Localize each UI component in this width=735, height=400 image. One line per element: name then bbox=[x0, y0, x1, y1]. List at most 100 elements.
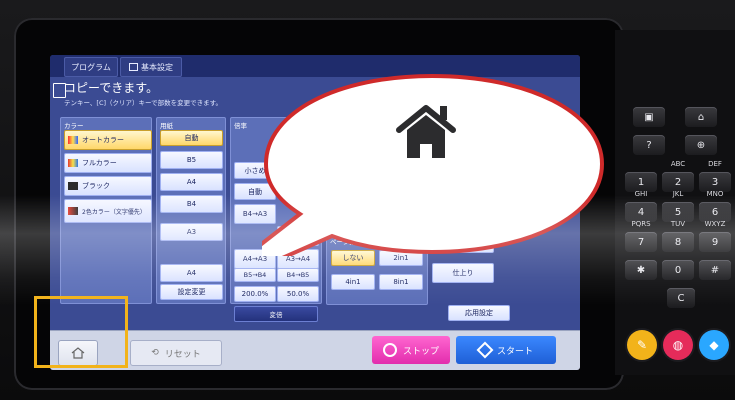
stop-icon bbox=[382, 343, 397, 357]
key-2-sub: ABC bbox=[670, 160, 686, 168]
paper-tray-1[interactable]: B5 bbox=[160, 151, 223, 169]
paper-tray-4-label: A3 bbox=[186, 228, 197, 236]
paper-tray-4[interactable]: A3 bbox=[160, 223, 223, 241]
auto-color-swatch bbox=[68, 136, 78, 144]
black-swatch bbox=[68, 182, 78, 190]
start-label: スタート bbox=[496, 346, 533, 357]
stop-icon: ◍ bbox=[672, 338, 684, 352]
mag-b4-b5[interactable]: B4→B5 bbox=[277, 268, 319, 282]
advanced-settings-button[interactable]: 応用設定 bbox=[448, 305, 510, 321]
mag-b4-a3[interactable]: B4→A3 bbox=[234, 204, 276, 224]
key-8-sub: TUV bbox=[670, 220, 686, 228]
page-combine-panel: ページ集約 しない 2in1 4in1 8in1 bbox=[326, 233, 428, 305]
key-home[interactable]: ⌂ bbox=[685, 107, 717, 127]
grid-icon bbox=[129, 63, 138, 71]
key-4[interactable]: GHI 4 bbox=[625, 190, 657, 222]
mag-auto[interactable]: 自動 bbox=[234, 183, 276, 200]
paper-settings-button[interactable]: 設定変更 bbox=[160, 284, 223, 300]
key-zoom[interactable]: ⊕ bbox=[685, 135, 717, 155]
tab-basic-settings[interactable]: 基本設定 bbox=[120, 57, 182, 77]
magnification-panel: 倍率 小さめ 自動 B4→A3 B5→A4 A4→A3 A3→A4 B5→B4 … bbox=[230, 117, 322, 304]
home-icon bbox=[71, 347, 85, 359]
paper-bypass-label: A4 bbox=[186, 269, 197, 277]
combine-8in1[interactable]: 8in1 bbox=[379, 274, 423, 290]
key-7[interactable]: PQRS 7 bbox=[625, 220, 657, 252]
home-button[interactable] bbox=[58, 340, 98, 366]
key-star[interactable]: ✱ bbox=[625, 260, 657, 280]
stop-button[interactable]: ストップ bbox=[372, 336, 450, 364]
color-option-auto-label: オートカラー bbox=[82, 136, 124, 144]
status-submessage: テンキー、[C]（クリア）キーで部数を変更できます。 bbox=[64, 99, 223, 107]
paper-tray-2-label: A4 bbox=[186, 178, 197, 186]
key-3-label: 3 bbox=[711, 176, 719, 188]
color-option-full[interactable]: フルカラー bbox=[64, 153, 152, 173]
key-9-sub: WXYZ bbox=[704, 220, 726, 228]
home-icon: ⌂ bbox=[697, 111, 705, 123]
callout-home-icon bbox=[396, 105, 456, 158]
key-9[interactable]: WXYZ 9 bbox=[699, 220, 731, 252]
key-6[interactable]: MNO 6 bbox=[699, 190, 731, 222]
combine-none[interactable]: しない bbox=[331, 250, 375, 266]
key-3-sub: DEF bbox=[708, 160, 722, 168]
key-0-label: 0 bbox=[674, 264, 682, 276]
key-8[interactable]: TUV 8 bbox=[662, 220, 694, 252]
color-option-two-color-label: 2色カラー（文字優先） bbox=[82, 208, 146, 216]
mag-a4-a3[interactable]: A4→A3 bbox=[234, 249, 276, 269]
mag-50[interactable]: 50.0% bbox=[277, 286, 319, 302]
color-option-full-label: フルカラー bbox=[82, 159, 117, 167]
finishing-button[interactable]: 仕上り bbox=[432, 263, 494, 283]
paper-auto[interactable]: 自動 bbox=[160, 130, 223, 146]
keypad-start-button[interactable]: ◆ bbox=[699, 330, 729, 360]
color-panel-title: カラー bbox=[64, 122, 84, 130]
paper-bypass[interactable]: A4 bbox=[160, 264, 223, 282]
color-option-black-label: ブラック bbox=[82, 182, 110, 190]
key-1-label: 1 bbox=[637, 176, 645, 188]
reset-button[interactable]: ⟲ リセット bbox=[130, 340, 222, 366]
key-clear-label: C bbox=[677, 292, 685, 304]
key-hash-label: # bbox=[710, 264, 720, 276]
mag-a3-a4[interactable]: A3→A4 bbox=[277, 249, 319, 269]
mag-b5-a4[interactable]: B5→A4 bbox=[277, 226, 319, 246]
keypad-stop-button[interactable]: ◍ bbox=[663, 330, 693, 360]
key-box[interactable]: ▣ bbox=[633, 107, 665, 127]
paper-tray-3[interactable]: B4 bbox=[160, 195, 223, 213]
combine-2in1[interactable]: 2in1 bbox=[379, 250, 423, 266]
key-9-label: 9 bbox=[711, 236, 719, 248]
combine-4in1[interactable]: 4in1 bbox=[331, 274, 375, 290]
color-option-two-color[interactable]: 2色カラー（文字優先） bbox=[64, 199, 152, 223]
key-1[interactable]: 1 bbox=[625, 172, 657, 192]
paper-tray-3-label: B4 bbox=[186, 200, 197, 208]
color-option-black[interactable]: ブラック bbox=[64, 176, 152, 196]
key-3[interactable]: DEF 3 bbox=[699, 160, 731, 192]
original-quality-button[interactable]: 原稿画質 bbox=[432, 233, 494, 253]
key-2[interactable]: ABC 2 bbox=[662, 160, 694, 192]
key-0[interactable]: 0 bbox=[662, 260, 694, 280]
key-4-label: 4 bbox=[637, 206, 645, 218]
mag-200[interactable]: 200.0% bbox=[234, 286, 276, 302]
color-panel: カラー オートカラー フルカラー ブラック 2色カラー（文字優先） bbox=[60, 117, 152, 304]
status-message: コピーできます。 bbox=[64, 81, 159, 95]
paper-panel: 用紙 自動 B5 A4 B4 A3 A4 設定変更 bbox=[156, 117, 226, 304]
key-help-label: ? bbox=[646, 139, 652, 151]
key-5[interactable]: JKL 5 bbox=[662, 190, 694, 222]
touch-screen: プログラム 基本設定 コピーできます。 テンキー、[C]（クリア）キーで部数を変… bbox=[50, 55, 580, 370]
key-clear[interactable]: C bbox=[667, 288, 695, 308]
tab-program[interactable]: プログラム bbox=[64, 57, 118, 77]
key-help[interactable]: ? bbox=[633, 135, 665, 155]
pencil-icon: ✎ bbox=[636, 338, 648, 352]
tab-basic-settings-label: 基本設定 bbox=[141, 62, 173, 72]
stop-label: ストップ bbox=[402, 346, 439, 357]
top-bar: プログラム 基本設定 bbox=[50, 55, 580, 77]
bottom-bar: ⟲ リセット ストップ スタート bbox=[50, 330, 580, 370]
mag-b5-b4[interactable]: B5→B4 bbox=[234, 268, 276, 282]
key-star-label: ✱ bbox=[636, 264, 646, 276]
keypad-yellow-button[interactable]: ✎ bbox=[627, 330, 657, 360]
start-button[interactable]: スタート bbox=[456, 336, 556, 364]
color-option-auto[interactable]: オートカラー bbox=[64, 130, 152, 150]
mag-smaller[interactable]: 小さめ bbox=[234, 162, 276, 179]
key-5-label: 5 bbox=[674, 206, 682, 218]
key-hash[interactable]: # bbox=[699, 260, 731, 280]
paper-panel-title: 用紙 bbox=[160, 122, 173, 130]
mag-variable[interactable]: 変倍 bbox=[234, 306, 318, 322]
paper-tray-2[interactable]: A4 bbox=[160, 173, 223, 191]
